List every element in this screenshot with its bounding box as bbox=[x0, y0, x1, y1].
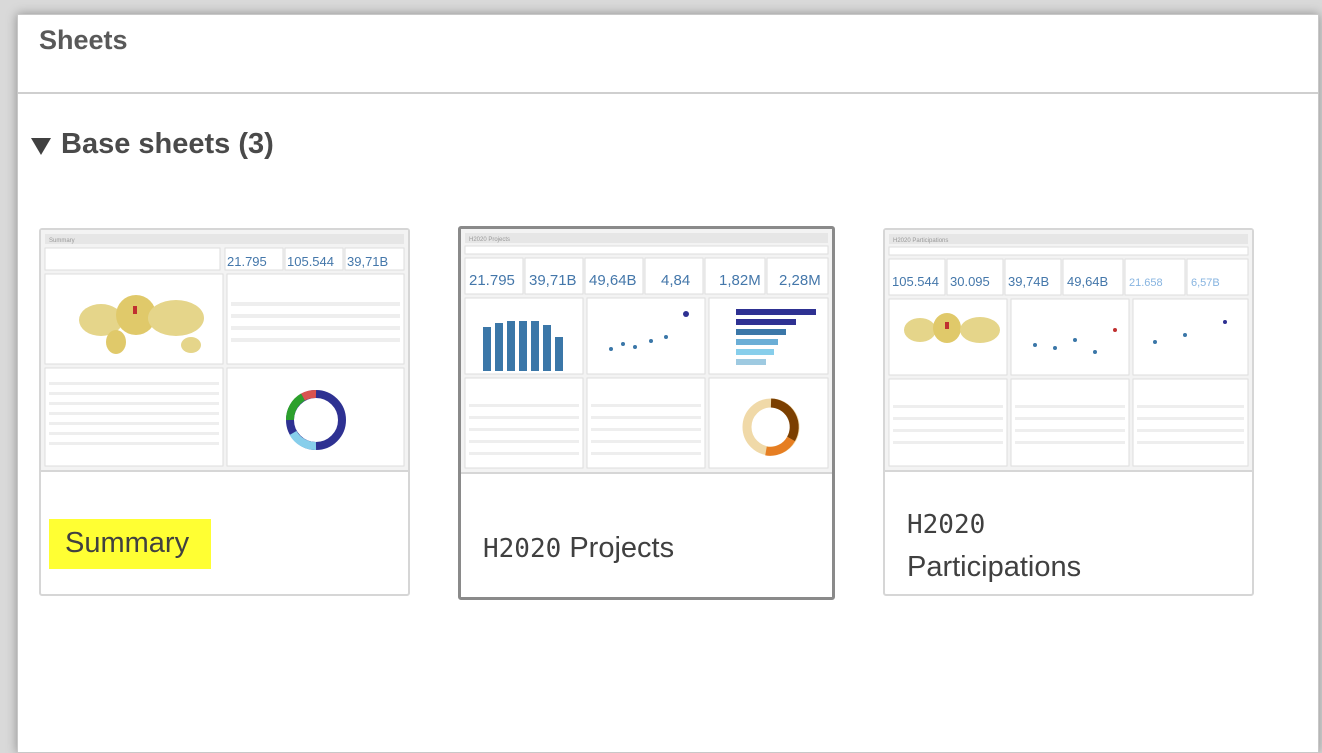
sheet-card-summary[interactable]: Summary 21.795 105.544 39,71B Summary bbox=[39, 228, 410, 596]
highlighted-title: Summary bbox=[49, 519, 212, 569]
thumb-kpi-5: 21.658 bbox=[1129, 277, 1163, 289]
sheets-header: Sheets bbox=[18, 15, 1318, 94]
base-sheets-toggle[interactable]: Base sheets (3) bbox=[31, 128, 274, 161]
thumb-kpi-3: 39,71B bbox=[347, 254, 388, 269]
thumb-kpi-3: 39,74B bbox=[1008, 274, 1049, 289]
thumb-heading: H2020 Projects bbox=[469, 237, 510, 243]
thumb-kpi-2: 39,71B bbox=[529, 272, 577, 289]
thumb-heading: H2020 Participations bbox=[893, 238, 948, 244]
thumbnail-projects-svg: H2020 Projects 21.795 39,71B 49,64B 4,84… bbox=[461, 229, 832, 472]
thumb-kpi-1: 21.795 bbox=[469, 272, 515, 289]
sheet-title-summary: Summary bbox=[49, 519, 212, 569]
sheet-title-participations: H2020 Participations bbox=[907, 506, 1081, 586]
thumb-kpi-1: 21.795 bbox=[227, 254, 267, 269]
thumb-heading: Summary bbox=[49, 238, 75, 244]
thumb-kpi-1: 105.544 bbox=[892, 274, 939, 289]
page-title: Sheets bbox=[39, 25, 128, 55]
title-line1: H2020 bbox=[907, 510, 986, 540]
title-line1: H2020 bbox=[483, 534, 562, 564]
triangle-down-icon bbox=[31, 137, 51, 155]
thumbnail-summary-svg: Summary 21.795 105.544 39,71B bbox=[41, 230, 408, 470]
thumb-kpi-4: 4,84 bbox=[661, 272, 690, 289]
sheet-title-projects: H2020 Projects bbox=[483, 529, 674, 568]
thumb-kpi-3: 49,64B bbox=[589, 272, 637, 289]
sheet-thumbnail-participations: H2020 Participations 105.544 30.095 39,7… bbox=[885, 230, 1252, 472]
sheet-thumbnail-projects: H2020 Projects 21.795 39,71B 49,64B 4,84… bbox=[461, 229, 832, 474]
thumb-kpi-6: 6,57B bbox=[1191, 277, 1220, 289]
sheet-thumbnail-summary: Summary 21.795 105.544 39,71B bbox=[41, 230, 408, 472]
thumb-kpi-2: 30.095 bbox=[950, 274, 990, 289]
thumb-kpi-2: 105.544 bbox=[287, 254, 334, 269]
base-sheets-label: Base sheets (3) bbox=[61, 128, 274, 160]
title-line2: Projects bbox=[569, 532, 675, 564]
thumbnail-participations-svg: H2020 Participations 105.544 30.095 39,7… bbox=[885, 230, 1252, 470]
title-line2: Participations bbox=[907, 551, 1082, 583]
thumb-kpi-4: 49,64B bbox=[1067, 274, 1108, 289]
thumb-kpi-6: 2,28M bbox=[779, 272, 821, 289]
sheet-card-h2020-projects[interactable]: H2020 Projects 21.795 39,71B 49,64B 4,84… bbox=[458, 226, 835, 600]
sheets-panel: Sheets Base sheets (3) Summary 21.795 10… bbox=[17, 14, 1319, 753]
thumb-kpi-5: 1,82M bbox=[719, 272, 761, 289]
sheet-card-h2020-participations[interactable]: H2020 Participations 105.544 30.095 39,7… bbox=[883, 228, 1254, 596]
